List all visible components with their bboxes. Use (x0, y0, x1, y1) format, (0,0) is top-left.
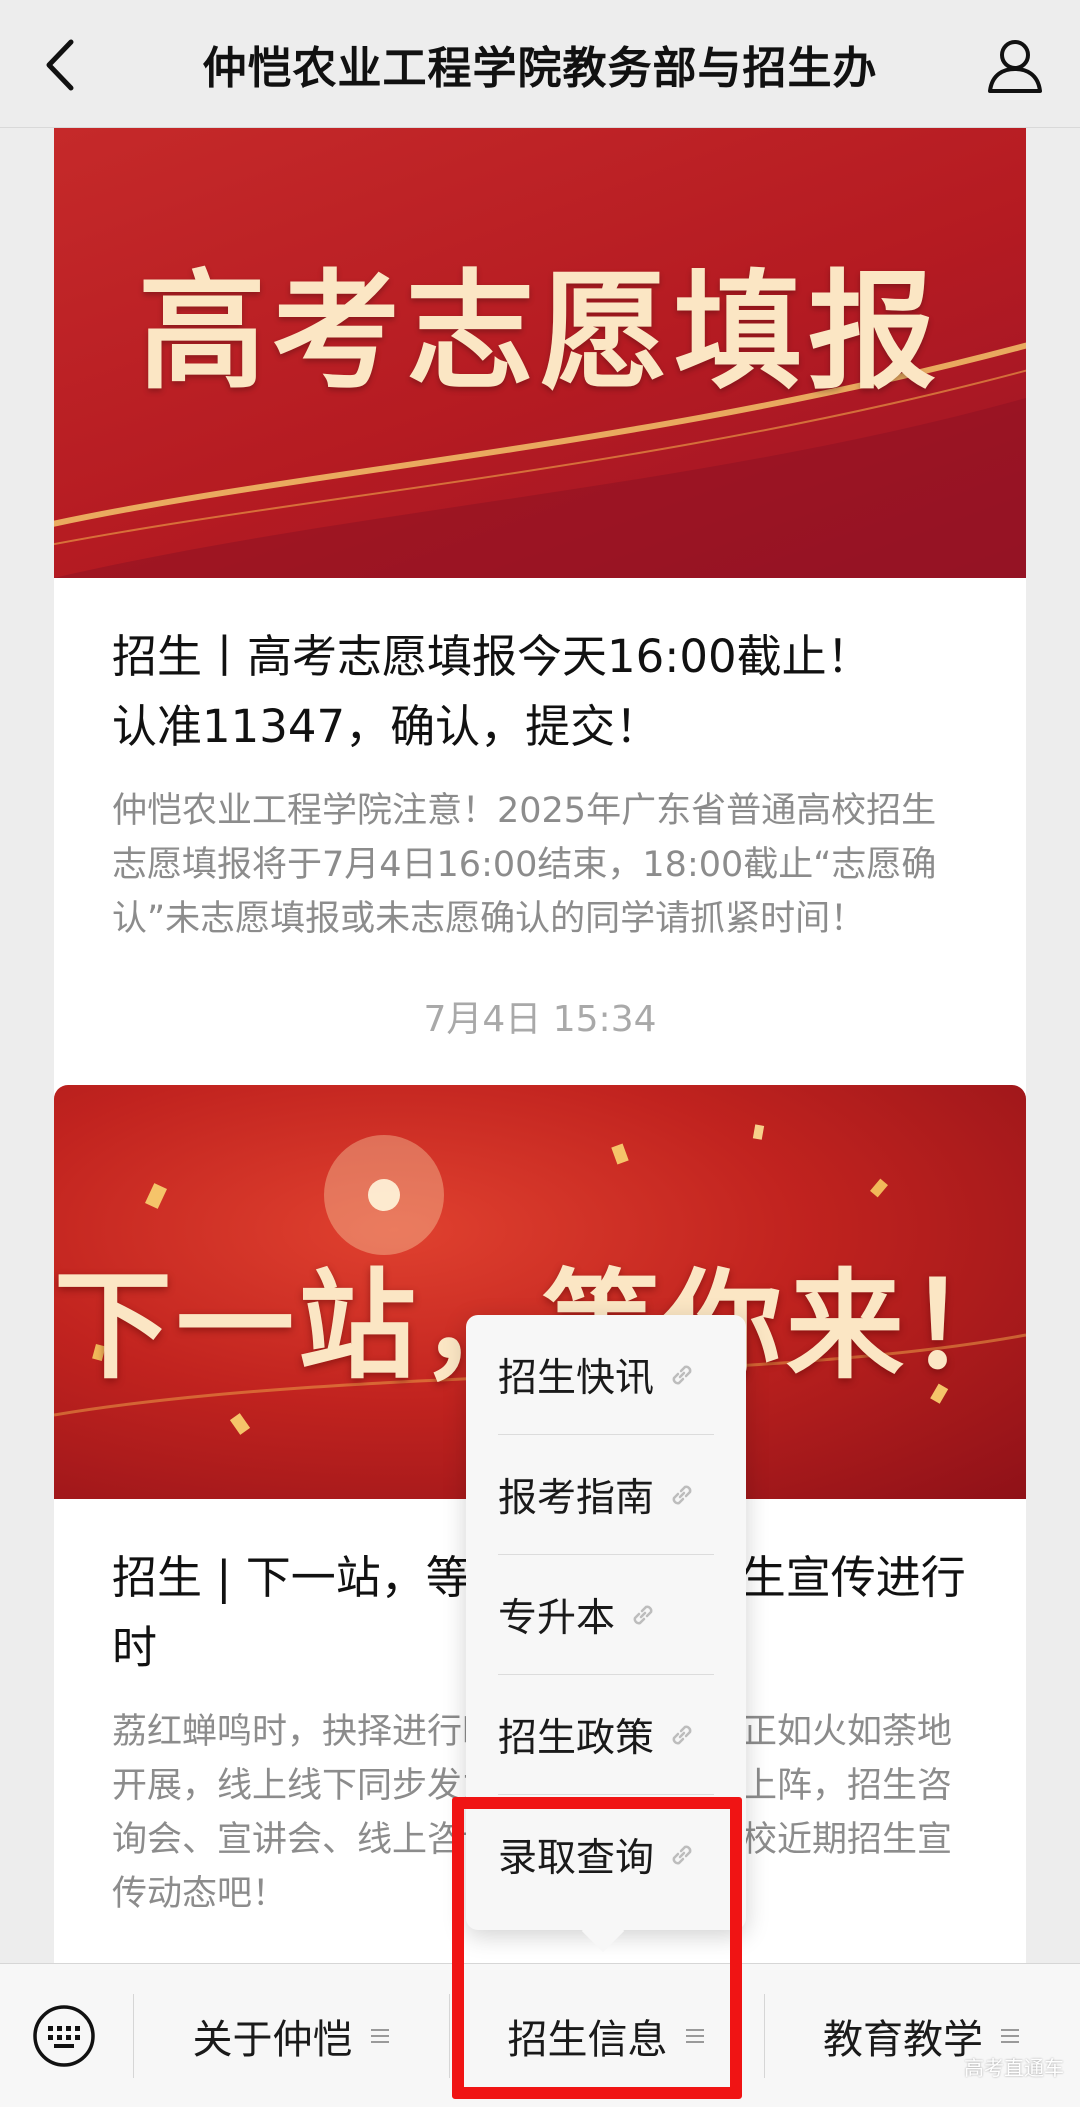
menu-lines-icon (369, 2027, 391, 2045)
submenu-item-label: 招生快讯 (498, 1355, 655, 1401)
keyboard-icon (33, 2005, 95, 2067)
submenu-popup: 招生快讯 报考指南 专升本 招生政策 录取查询 (466, 1315, 746, 1930)
menu-lines-icon (684, 2027, 706, 2045)
menu-tab-education[interactable]: 教育教学 (764, 1964, 1080, 2107)
top-nav-bar: 仲恺农业工程学院教务部与招生办 (0, 0, 1080, 128)
menu-tab-label: 教育教学 (823, 2017, 983, 2063)
banner-title: 高考志愿填报 (137, 257, 942, 407)
article-title: 招生丨高考志愿填报今天16:00截止！ 认准11347，确认，提交！ (112, 622, 968, 762)
article-title-line: 招生丨高考志愿填报今天16:00截止！ (112, 630, 872, 683)
menu-tab-about[interactable]: 关于仲恺 (134, 1964, 449, 2107)
menu-lines-icon (999, 2027, 1021, 2045)
article-cover-image: 高考志愿填报 (54, 128, 1026, 578)
keyboard-toggle-button[interactable] (32, 2004, 96, 2068)
submenu-item-label: 报考指南 (498, 1475, 655, 1521)
page-title: 仲恺农业工程学院教务部与招生办 (202, 43, 878, 94)
article-title-line: 认准11347，确认，提交！ (112, 700, 661, 753)
submenu-item-admission-news[interactable]: 招生快讯 (498, 1315, 714, 1435)
link-icon (668, 1361, 696, 1389)
link-icon (668, 1841, 696, 1869)
chevron-left-icon (46, 39, 74, 91)
link-icon (668, 1481, 696, 1509)
profile-button[interactable] (980, 30, 1050, 100)
link-icon (629, 1601, 657, 1629)
submenu-item-label: 专升本 (498, 1595, 616, 1641)
article-summary: 仲恺农业工程学院注意！2025年广东省普通高校招生志愿填报将于7月4日16:00… (112, 791, 937, 939)
submenu-item-admission-policy[interactable]: 招生政策 (498, 1675, 714, 1795)
submenu-item-upgrade-to-bachelor[interactable]: 专升本 (498, 1555, 714, 1675)
submenu-item-label: 招生政策 (498, 1715, 655, 1761)
back-button[interactable] (30, 30, 90, 100)
watermark: 高考直通车 (964, 2056, 1064, 2080)
menu-tab-label: 关于仲恺 (192, 2017, 353, 2063)
submenu-item-application-guide[interactable]: 报考指南 (498, 1435, 714, 1555)
menu-tab-admission-info[interactable]: 招生信息 (449, 1964, 764, 2107)
submenu-item-label: 录取查询 (498, 1836, 655, 1881)
message-timestamp: 7月4日 15:34 (423, 999, 657, 1040)
article-text: 招生丨高考志愿填报今天16:00截止！ 认准11347，确认，提交！ 仲恺农业工… (54, 578, 1026, 946)
menu-tab-label: 招生信息 (507, 2017, 668, 2063)
person-icon (988, 40, 1042, 93)
link-icon (668, 1721, 696, 1749)
submenu-item-admission-query[interactable]: 录取查询 (498, 1795, 714, 1915)
article-card[interactable]: 高考志愿填报 招生丨高考志愿填报今天16:00截止！ 认准11347，确认，提交… (54, 128, 1026, 1108)
bottom-menu-bar: 关于仲恺 招生信息 教育教学 (0, 1963, 1080, 2107)
